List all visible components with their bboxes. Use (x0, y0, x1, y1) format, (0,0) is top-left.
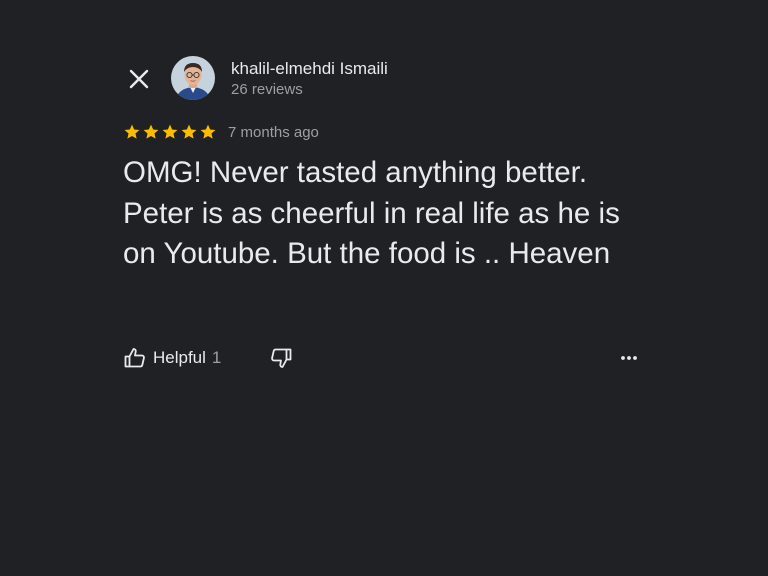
star-icon (124, 124, 140, 139)
avatar-image (171, 56, 215, 100)
avatar[interactable] (171, 56, 215, 100)
helpful-count: 1 (211, 348, 222, 367)
thumbs-down-icon (271, 348, 292, 368)
close-icon (129, 69, 149, 89)
star-icon (162, 124, 178, 139)
review-text: OMG! Never tasted anything better. Peter… (123, 156, 620, 270)
star-icon (181, 124, 197, 139)
star-icon (200, 124, 216, 139)
helpful-button[interactable]: Helpful 1 (123, 343, 221, 373)
thumbs-up-icon (124, 348, 145, 368)
author-name[interactable]: khalil-elmehdi Ismaili (231, 58, 388, 80)
rating-row: 7 months ago (123, 121, 319, 143)
not-helpful-button[interactable] (267, 344, 295, 372)
review-detail-screen: khalil-elmehdi Ismaili 26 reviews 7 mont… (0, 0, 768, 576)
more-options-button[interactable] (615, 344, 643, 372)
author-review-count: 26 reviews (231, 81, 303, 98)
close-button[interactable] (124, 64, 154, 94)
review-actions: Helpful 1 (123, 343, 643, 373)
star-icon (143, 124, 159, 139)
helpful-label: Helpful (153, 348, 206, 367)
star-rating (123, 123, 217, 141)
more-horizontal-icon (621, 356, 637, 360)
review-time: 7 months ago (228, 123, 319, 141)
